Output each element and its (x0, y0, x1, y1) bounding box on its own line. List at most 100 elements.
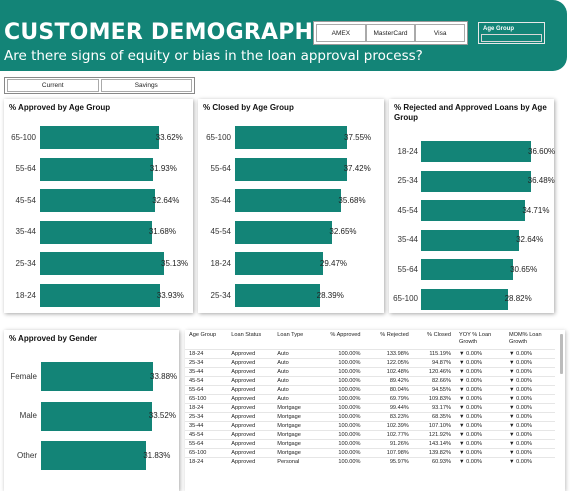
column-header[interactable]: % Approved (314, 330, 364, 350)
bar[interactable] (421, 141, 531, 162)
table-cell: 18-24 (185, 457, 228, 466)
table-row[interactable]: 55-64 Approved Auto 100.00% 80.04% 94.55% ▼ 0.… (185, 385, 555, 395)
table-cell: 65-100 (185, 394, 228, 404)
category-label: 55-64 (15, 164, 36, 174)
table-row[interactable]: 65-100 Approved Mortgage 100.00% 107.98% 139.… (185, 448, 555, 458)
data-label: 37.55% (344, 132, 372, 142)
data-label: 33.88% (150, 371, 178, 381)
table-cell: Approved (227, 367, 274, 377)
column-header[interactable]: Loan Status (227, 330, 273, 350)
table-row[interactable]: 45-54 Approved Mortgage 100.00% 102.77% 121.9… (185, 430, 555, 440)
bar[interactable] (421, 200, 526, 221)
category-label: 18-24 (397, 146, 418, 156)
bar[interactable] (235, 157, 347, 181)
bar[interactable] (40, 284, 160, 307)
data-label: 32.64% (152, 195, 180, 205)
bar[interactable] (40, 189, 156, 213)
table-cell: ▼ 0.00% (505, 394, 555, 404)
age-group-slicer[interactable]: Age Group (478, 22, 545, 44)
age-group-dropdown[interactable] (481, 34, 542, 42)
bar[interactable] (40, 126, 159, 149)
table-row[interactable]: 35-44 Approved Mortgage 100.00% 102.39% 107.1… (185, 421, 555, 431)
table-row[interactable]: 18-24 Approved Personal 100.00% 95.97% 60.93%… (185, 457, 555, 466)
table-cell: 100.00% (314, 403, 365, 413)
bar[interactable] (421, 229, 520, 251)
bar[interactable] (421, 259, 514, 280)
table-cell: Auto (273, 367, 315, 377)
table-header-row: Age Group Loan Status Loan Type% Approved%… (185, 330, 555, 350)
table-cell: Approved (227, 412, 274, 422)
bar[interactable] (40, 252, 164, 276)
bar[interactable] (421, 170, 531, 192)
table-cell: 94.55% (412, 385, 455, 395)
table-cell: 133.98% (364, 349, 413, 359)
table-cell: 100.00% (314, 358, 365, 368)
table-cell: ▼ 0.00% (505, 430, 555, 440)
table-cell: Approved (227, 430, 274, 440)
bar[interactable] (40, 220, 152, 244)
table-scrollbar[interactable] (560, 334, 563, 374)
table-cell: ▼ 0.00% (455, 421, 505, 431)
table-row[interactable]: 18-24 Approved Auto 100.00% 133.98% 115.19% ▼ … (185, 349, 555, 359)
column-header[interactable]: YOY % Loan Growth (455, 330, 505, 350)
bar[interactable] (235, 284, 320, 307)
table-cell: Approved (227, 385, 274, 395)
table-cell: 83.23% (364, 412, 413, 422)
bar[interactable] (41, 401, 152, 431)
column-header[interactable]: MOM% Loan Growth (505, 330, 555, 350)
chart-rejected-approved-by-age: % Rejected and Approved Loans by Age Gro… (389, 99, 555, 313)
bar[interactable] (235, 189, 342, 213)
table-row[interactable]: 65-100 Approved Auto 100.00% 69.79% 109.83% ▼ … (185, 394, 555, 404)
header-banner: CUSTOMER DEMOGRAPHICS Are there signs of… (0, 0, 567, 71)
table-cell: Mortgage (273, 403, 315, 413)
table-row[interactable]: 25-34 Approved Mortgage 100.00% 83.23% 68.35%… (185, 412, 555, 422)
column-header[interactable]: Age Group (185, 330, 227, 350)
chart-closed-by-age: % Closed by Age Group 65-100 37.55% 55-64 3… (198, 99, 384, 313)
table-row[interactable]: 35-44 Approved Auto 100.00% 102.48% 120.46% ▼ … (185, 367, 555, 377)
bar[interactable] (235, 252, 323, 276)
card-button-amex[interactable]: AMEX (316, 24, 366, 42)
toggle-savings[interactable]: Savings (100, 79, 192, 92)
data-label: 33.52% (148, 411, 176, 420)
table-cell: 115.19% (412, 349, 455, 359)
table-cell: Mortgage (273, 412, 315, 422)
bar[interactable] (235, 220, 333, 244)
table-cell: Approved (227, 358, 274, 368)
data-label: 36.48% (527, 176, 555, 185)
table-cell: 100.00% (314, 457, 365, 466)
bar[interactable] (235, 126, 347, 149)
card-button-mastercard[interactable]: MasterCard (365, 24, 416, 42)
table-row[interactable]: 18-24 Approved Mortgage 100.00% 99.44% 93.17%… (185, 403, 555, 413)
toggle-current[interactable]: Current (7, 79, 99, 92)
card-button-visa[interactable]: Visa (415, 24, 466, 42)
account-type-slicer: Current Savings (4, 77, 195, 94)
table-cell: Auto (273, 376, 315, 386)
table-cell: 100.00% (314, 385, 365, 395)
table-cell: 122.05% (364, 358, 413, 368)
data-label: 28.39% (316, 290, 344, 300)
table-cell: 94.87% (412, 358, 455, 368)
table-cell: 68.35% (412, 412, 455, 422)
category-label: 35-44 (210, 195, 231, 205)
table-row[interactable]: 55-64 Approved Mortgage 100.00% 91.26% 143.14… (185, 439, 555, 449)
column-header[interactable]: Loan Type (273, 330, 314, 350)
bar[interactable] (41, 441, 147, 470)
table-cell: 107.98% (364, 448, 413, 458)
column-header[interactable]: % Rejected (365, 330, 413, 350)
category-label: Female (10, 371, 37, 381)
table-cell: 25-34 (185, 358, 228, 368)
table-row[interactable]: 45-54 Approved Auto 100.00% 89.42% 82.66% ▼ 0.… (185, 376, 555, 386)
table-row[interactable]: 25-34 Approved Auto 100.00% 122.05% 94.87% ▼ 0… (185, 358, 555, 368)
table-cell: ▼ 0.00% (455, 376, 505, 386)
category-label: 18-24 (210, 258, 231, 268)
table-cell: Mortgage (273, 421, 315, 431)
table-cell: Approved (227, 349, 274, 359)
category-label: 18-24 (15, 290, 36, 300)
column-header[interactable]: % Closed (413, 330, 455, 350)
bar[interactable] (40, 157, 153, 181)
category-label: 55-64 (397, 264, 418, 274)
bar[interactable] (421, 288, 508, 310)
loan-detail-table-panel: Age Group Loan Status Loan Type% Approved%… (185, 330, 565, 491)
data-label: 28.82% (504, 294, 532, 303)
bar[interactable] (41, 362, 153, 391)
